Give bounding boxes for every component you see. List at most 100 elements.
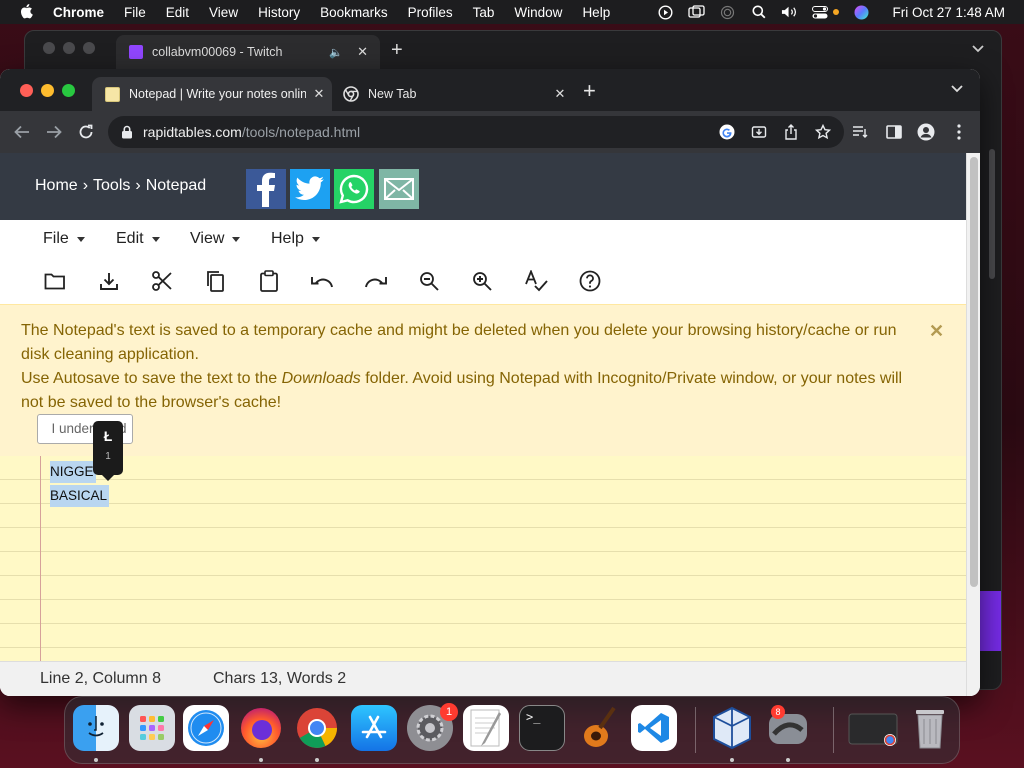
install-app-icon[interactable] (750, 123, 768, 141)
siri-icon[interactable] (853, 5, 870, 19)
tab-notepad-close[interactable]: ✕ (306, 86, 332, 102)
bookmark-star-icon[interactable] (814, 123, 832, 141)
zoom-in-icon[interactable] (467, 266, 497, 296)
lock-icon[interactable] (121, 125, 133, 139)
menubar-view[interactable]: View (209, 5, 238, 20)
close-window-button[interactable] (20, 84, 33, 97)
menubar-clock[interactable]: Fri Oct 27 1:48 AM (892, 5, 1005, 20)
help-question-icon[interactable] (575, 266, 605, 296)
trash-icon[interactable] (907, 705, 953, 751)
volume-icon[interactable] (781, 5, 798, 19)
email-icon (384, 178, 414, 200)
accent-character-popup[interactable]: Ł 1 (93, 421, 123, 481)
email-share-button[interactable] (379, 169, 419, 209)
chrome-dock-icon[interactable] (294, 705, 340, 751)
whatsapp-share-button[interactable] (334, 169, 374, 209)
zoom-window-button[interactable] (62, 84, 75, 97)
menubar-help[interactable]: Help (582, 5, 610, 20)
profile-avatar-icon[interactable] (917, 123, 935, 141)
menubar-tab[interactable]: Tab (473, 5, 495, 20)
play-circle-icon[interactable] (657, 4, 674, 20)
reload-icon[interactable] (76, 122, 96, 142)
share-icon[interactable] (782, 123, 800, 141)
airdrop-icon[interactable] (719, 5, 736, 19)
tab-new-tab[interactable]: New Tab ✕ (333, 77, 573, 111)
copy-icon[interactable] (200, 266, 230, 296)
twitch-tab[interactable]: collabvm00069 - Twitch 🔈 ✕ (116, 35, 380, 69)
textedit-icon[interactable] (463, 705, 509, 751)
breadcrumb-tools[interactable]: Tools (93, 177, 130, 195)
background-scrollbar[interactable] (989, 149, 995, 279)
twitch-tab-title: collabvm00069 - Twitch (152, 45, 283, 59)
scrollbar-thumb[interactable] (970, 157, 978, 587)
firefox-icon[interactable] (238, 705, 284, 751)
back-arrow-icon[interactable] (12, 122, 32, 142)
safari-icon[interactable] (183, 705, 229, 751)
open-folder-icon[interactable] (40, 266, 70, 296)
menubar-history[interactable]: History (258, 5, 300, 20)
tab-search-chevron-icon[interactable] (950, 81, 964, 95)
undo-icon[interactable] (307, 266, 337, 296)
reading-list-icon[interactable] (852, 123, 870, 141)
accent-character[interactable]: Ł (93, 428, 123, 444)
file-menu-label: File (43, 230, 69, 247)
menubar-edit[interactable]: Edit (166, 5, 189, 20)
tab-new-tab-title: New Tab (368, 87, 417, 101)
menubar-bookmarks[interactable]: Bookmarks (320, 5, 388, 20)
url-domain: rapidtables.com (143, 124, 242, 140)
screen-mirroring-icon[interactable] (688, 5, 706, 19)
menubar-app-name[interactable]: Chrome (53, 5, 104, 20)
apple-icon[interactable] (19, 3, 33, 19)
twitch-icon (129, 45, 143, 59)
launchpad-icon[interactable] (129, 705, 175, 751)
tab-new-tab-close[interactable]: ✕ (547, 86, 573, 102)
download-icon[interactable] (94, 266, 124, 296)
notice-close-button[interactable]: ✕ (929, 319, 944, 343)
cut-scissors-icon[interactable] (147, 266, 177, 296)
background-new-tab-button[interactable]: + (391, 39, 403, 62)
edit-menu-label: Edit (116, 230, 144, 247)
breadcrumb-notepad[interactable]: Notepad (146, 177, 207, 195)
url-path: /tools/notepad.html (241, 124, 361, 140)
side-panel-icon[interactable] (885, 123, 903, 141)
redo-icon[interactable] (361, 266, 391, 296)
notepad-textarea[interactable]: NIGGE BASICAL (0, 456, 966, 661)
menubar-window[interactable]: Window (514, 5, 562, 20)
url-text[interactable]: rapidtables.com/tools/notepad.html (143, 124, 360, 140)
google-icon[interactable] (718, 123, 736, 141)
text-line-2[interactable]: BASICAL (50, 485, 110, 507)
address-bar[interactable]: rapidtables.com/tools/notepad.html (108, 116, 844, 148)
search-icon[interactable] (750, 5, 767, 19)
edit-menu[interactable]: Edit (116, 230, 160, 248)
finder-icon[interactable] (73, 705, 119, 751)
spellcheck-icon[interactable] (521, 266, 551, 296)
garageband-icon[interactable] (575, 705, 621, 751)
breadcrumb-separator: › (135, 177, 141, 194)
virtualbox-icon[interactable] (709, 705, 755, 751)
speaker-icon[interactable]: 🔈 (329, 46, 343, 59)
control-center-icon[interactable] (812, 5, 829, 19)
paste-clipboard-icon[interactable] (254, 266, 284, 296)
twitter-share-button[interactable] (290, 169, 330, 209)
minimized-window-thumbnail[interactable] (847, 705, 899, 751)
text-line-1[interactable]: NIGGE (50, 461, 96, 483)
page-scrollbar[interactable] (966, 153, 980, 696)
minimize-window-button[interactable] (41, 84, 54, 97)
twitch-tab-close[interactable]: ✕ (357, 44, 368, 60)
view-menu[interactable]: View (190, 230, 241, 248)
chevron-down-icon[interactable] (971, 41, 985, 55)
forward-arrow-icon[interactable] (44, 122, 64, 142)
kebab-menu-icon[interactable] (950, 123, 968, 141)
vscode-icon[interactable] (631, 705, 677, 751)
menubar-profiles[interactable]: Profiles (408, 5, 453, 20)
new-tab-button[interactable]: + (583, 78, 596, 104)
facebook-share-button[interactable] (246, 169, 286, 209)
breadcrumb-home[interactable]: Home (35, 177, 78, 195)
tab-notepad[interactable]: Notepad | Write your notes online ✕ (92, 77, 332, 111)
help-menu[interactable]: Help (271, 230, 320, 248)
terminal-icon[interactable]: >_ (519, 705, 565, 751)
app-store-icon[interactable] (351, 705, 397, 751)
menubar-file[interactable]: File (124, 5, 146, 20)
zoom-out-icon[interactable] (414, 266, 444, 296)
file-menu[interactable]: File (43, 230, 85, 248)
